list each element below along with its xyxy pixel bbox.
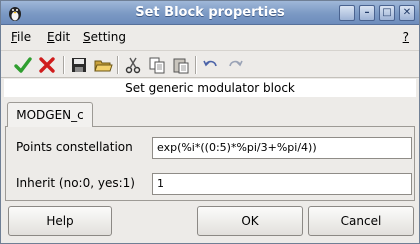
close-button[interactable]: ✕: [399, 5, 415, 21]
cancel-button[interactable]: Cancel: [308, 206, 414, 236]
inherit-input[interactable]: 1: [152, 173, 412, 195]
ok-icon[interactable]: [13, 55, 33, 75]
menu-bar: File Edit Setting ?: [1, 26, 419, 48]
dialog-window: Set Block properties – □ ✕ File Edit Set…: [0, 0, 420, 244]
window-title: Set Block properties: [135, 5, 285, 20]
menu-setting[interactable]: Setting: [83, 30, 126, 44]
toolbar-separator: [63, 56, 65, 74]
cancel-icon[interactable]: [37, 55, 57, 75]
copy-icon[interactable]: [147, 55, 167, 75]
points-constellation-input[interactable]: exp(%i*((0:5)*%pi/3+%pi/4)): [152, 137, 412, 159]
dialog-description: Set generic modulator block: [4, 79, 416, 97]
menu-help[interactable]: ?: [403, 30, 409, 44]
points-constellation-label: Points constellation: [16, 140, 133, 154]
toolbar-separator: [195, 56, 197, 74]
help-button[interactable]: Help: [8, 206, 112, 236]
minimize-button[interactable]: –: [359, 5, 375, 21]
maximize-button[interactable]: □: [379, 5, 395, 21]
open-icon[interactable]: [93, 55, 113, 75]
ok-button[interactable]: OK: [197, 206, 303, 236]
menu-edit[interactable]: Edit: [47, 30, 70, 44]
menu-file[interactable]: File: [11, 30, 31, 44]
toolbar-separator: [117, 56, 119, 74]
tab-modgen-c[interactable]: MODGEN_c: [7, 102, 93, 127]
paste-icon[interactable]: [171, 55, 191, 75]
title-bar[interactable]: Set Block properties – □ ✕: [1, 1, 419, 25]
parameters-panel: Points constellation exp(%i*((0:5)*%pi/3…: [5, 126, 415, 201]
shade-button[interactable]: [339, 5, 355, 21]
undo-icon[interactable]: [201, 55, 221, 75]
redo-icon[interactable]: [225, 55, 245, 75]
inherit-label: Inherit (no:0, yes:1): [16, 176, 135, 190]
toolbar: [1, 50, 419, 78]
save-icon[interactable]: [69, 55, 89, 75]
cut-icon[interactable]: [123, 55, 143, 75]
